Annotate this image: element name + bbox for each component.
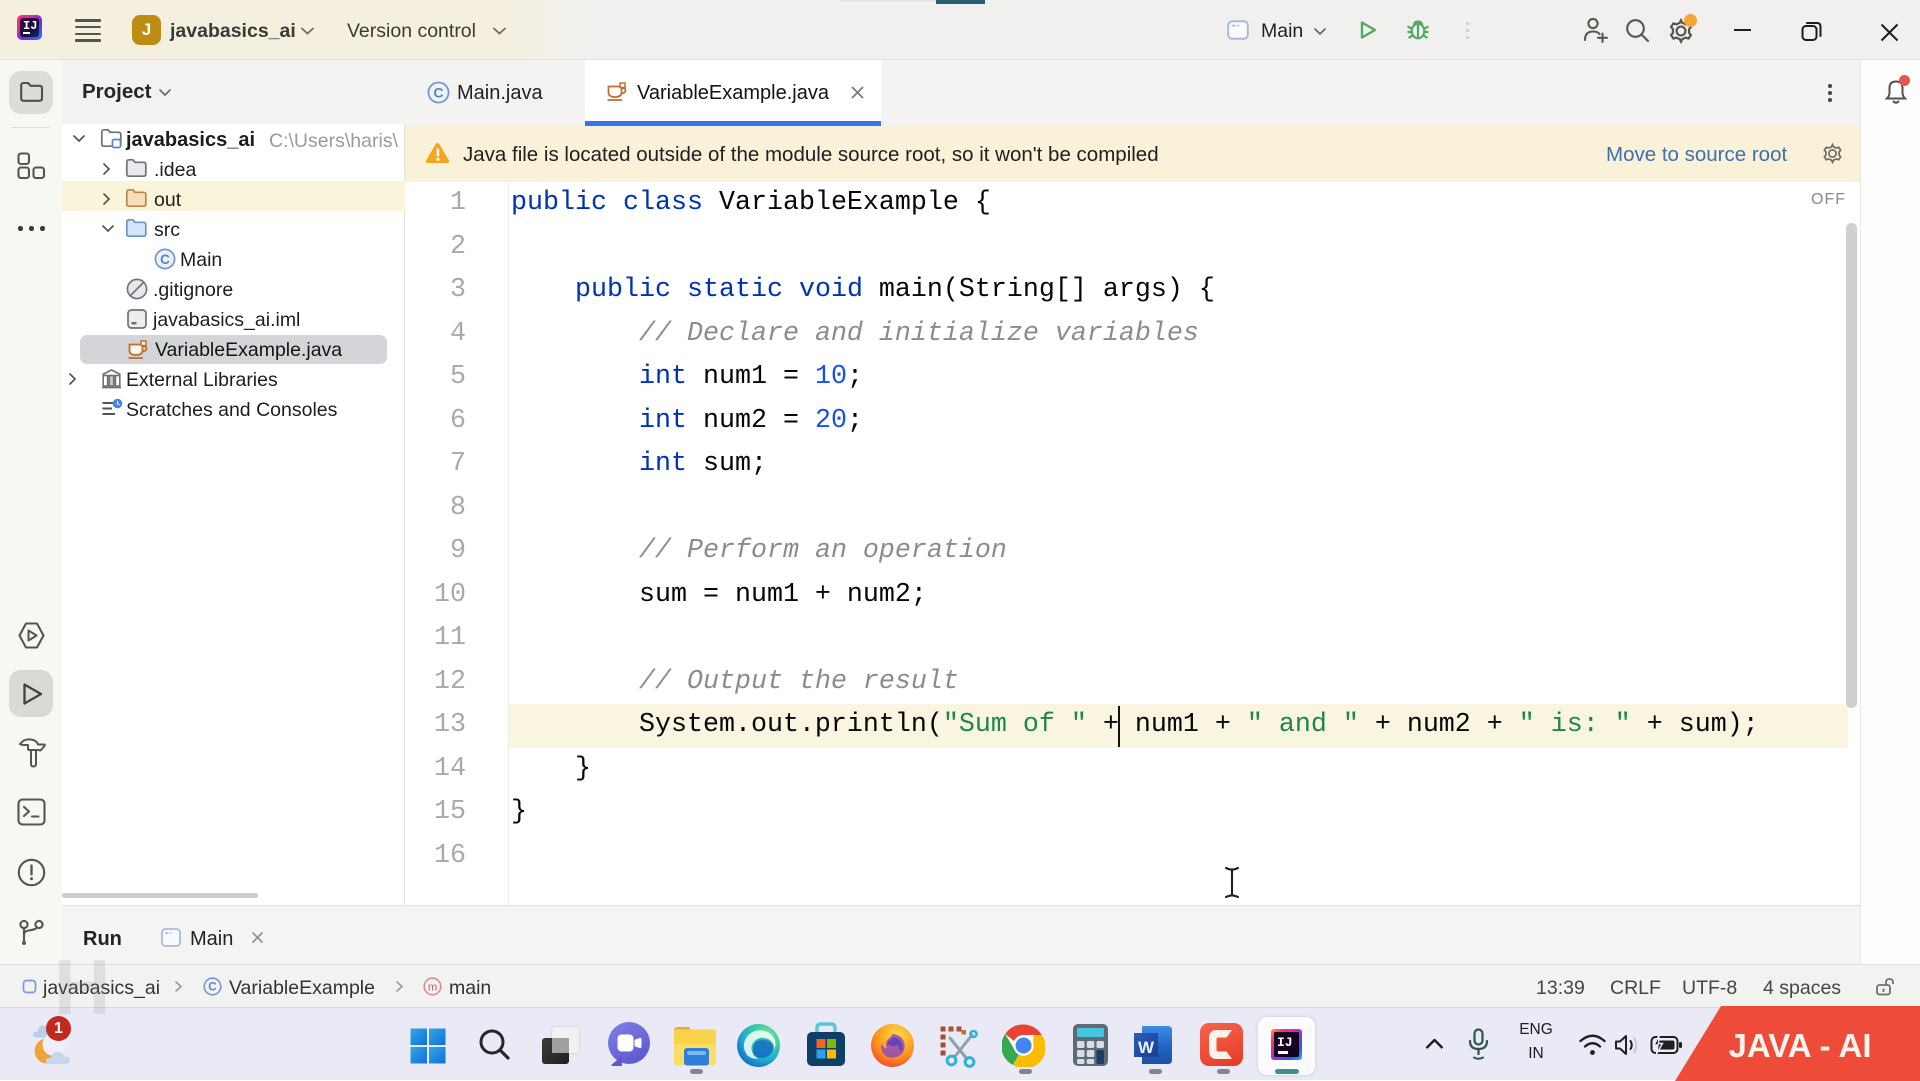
svg-text:W: W [1138, 1038, 1155, 1057]
svg-text:C: C [433, 85, 443, 101]
svg-text:C: C [208, 981, 217, 994]
svg-text:m: m [428, 981, 437, 993]
svg-text:C: C [160, 252, 170, 267]
